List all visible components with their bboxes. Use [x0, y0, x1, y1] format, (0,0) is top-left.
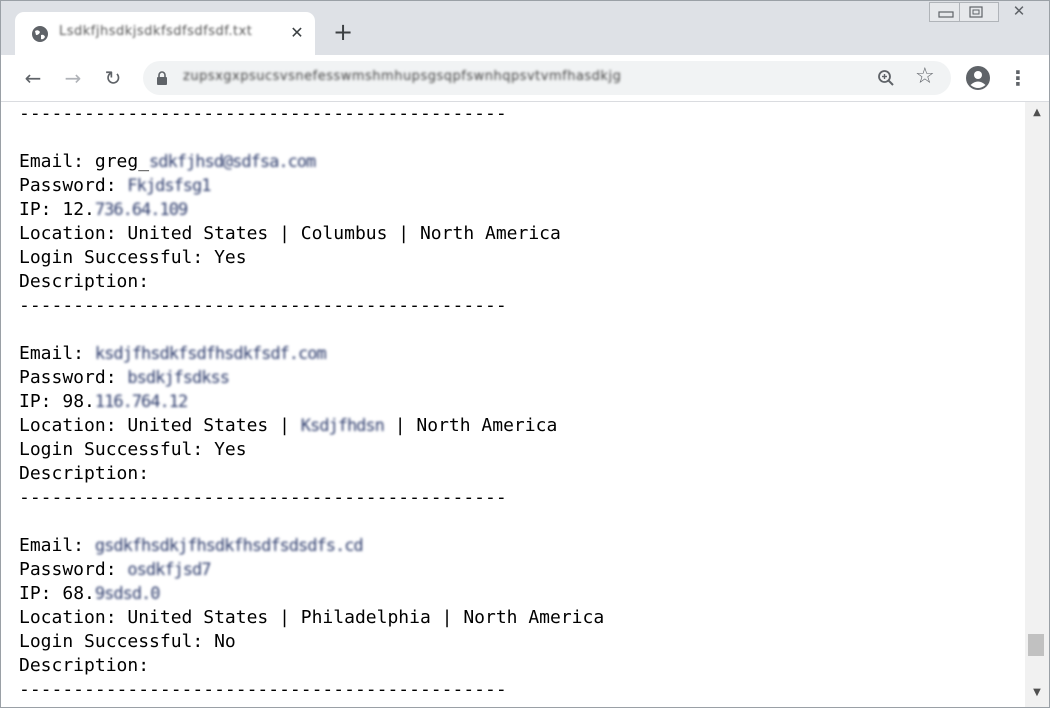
zoom-icon[interactable]	[877, 69, 895, 87]
separator: ----------------------------------------…	[19, 103, 507, 124]
scroll-up-arrow-icon[interactable]: ▲	[1031, 107, 1043, 119]
login-status-line: Login Successful: Yes	[19, 439, 247, 460]
reload-button[interactable]: ↻	[101, 66, 125, 90]
ip-label: IP:	[19, 391, 63, 412]
description-line: Description:	[19, 655, 150, 676]
redacted-text: sdkfjhsd@sdfsa.com	[149, 152, 316, 172]
email-line: Email: ksdjfhsdkfsdfhsdkfsdf.com	[19, 342, 327, 366]
vertical-scrollbar[interactable]: ▲ ▼	[1025, 102, 1049, 707]
redacted-text: 116.764.12	[94, 392, 188, 412]
password-line: Password: osdkfjsd7	[19, 558, 212, 582]
ip-label: IP:	[19, 199, 63, 220]
close-tab-icon[interactable]: ✕	[287, 23, 307, 43]
ip-value: 98.	[62, 391, 95, 412]
scrollbar-thumb[interactable]	[1028, 634, 1044, 656]
password-label: Password:	[19, 559, 128, 580]
email-label: Email:	[19, 343, 95, 364]
close-window-icon: ✕	[1012, 2, 1026, 20]
browser-toolbar: ← → ↻ zupsxgxpsucsvsnefesswmshmhupsgsqpf…	[1, 55, 1049, 102]
redacted-text: 736.64.109	[94, 200, 188, 220]
redacted-text: 9sdsd.0	[94, 584, 161, 604]
new-tab-button[interactable]: +	[331, 20, 355, 44]
lock-icon	[157, 71, 167, 85]
description-line: Description:	[19, 463, 150, 484]
separator: ----------------------------------------…	[19, 295, 507, 316]
password-label: Password:	[19, 367, 128, 388]
redacted-text: bsdkjfsdkss	[127, 368, 230, 388]
separator: ----------------------------------------…	[19, 679, 507, 700]
email-label: Email:	[19, 151, 95, 172]
browser-window: Lsdkfjhsdkjsdkfsdfsdfsdf.txt ✕ + ✕ ← → ↻…	[0, 0, 1050, 708]
separator: ----------------------------------------…	[19, 487, 507, 508]
menu-button[interactable]: ⋮	[1006, 66, 1030, 90]
ip-line: IP: 12.736.64.109	[19, 198, 188, 222]
password-line: Password: bsdkjfsdkss	[19, 366, 230, 390]
restore-icon	[969, 6, 983, 18]
ip-value: 68.	[62, 583, 95, 604]
forward-button[interactable]: →	[61, 66, 85, 90]
email-label: Email:	[19, 535, 95, 556]
page-content: ----------------------------------------…	[1, 102, 1025, 707]
login-status-line: Login Successful: Yes	[19, 247, 247, 268]
email-value: greg_	[94, 151, 150, 172]
ip-line: IP: 68.9sdsd.0	[19, 582, 161, 606]
location-suffix: | North America	[383, 415, 558, 436]
active-tab[interactable]: Lsdkfjhsdkjsdkfsdfsdfsdf.txt ✕	[15, 12, 315, 55]
scroll-down-arrow-icon[interactable]: ▼	[1031, 687, 1043, 699]
tab-strip: Lsdkfjhsdkjsdkfsdfsdfsdf.txt ✕ + ✕	[1, 1, 1049, 55]
login-status-line: Login Successful: No	[19, 631, 236, 652]
address-bar[interactable]: zupsxgxpsucsvsnefesswmshmhupsgsqpfswnhqp…	[143, 61, 951, 95]
password-label: Password:	[19, 175, 128, 196]
location-line: Location: United States | Columbus | Nor…	[19, 223, 561, 244]
back-button[interactable]: ←	[21, 66, 45, 90]
redacted-text: Ksdjfhdsn	[300, 416, 385, 436]
description-line: Description:	[19, 271, 150, 292]
profile-icon[interactable]	[966, 66, 990, 90]
ip-label: IP:	[19, 583, 63, 604]
close-window-button[interactable]: ✕	[997, 2, 1041, 22]
email-line: Email: gsdkfhsdkjfhsdkfhsdfsdsdfs.cd	[19, 534, 364, 558]
bookmark-star-icon[interactable]: ☆	[915, 64, 935, 90]
ip-value: 12.	[62, 199, 95, 220]
restore-button[interactable]	[959, 2, 999, 22]
ip-line: IP: 98.116.764.12	[19, 390, 188, 414]
redacted-text: osdkfjsd7	[127, 560, 211, 580]
tab-title: Lsdkfjhsdkjsdkfsdfsdfsdf.txt	[59, 24, 253, 39]
redacted-text: ksdjfhsdkfsdfhsdkfsdf.com	[94, 344, 327, 364]
redacted-text: gsdkfhsdkjfhsdkfhsdfsdsdfs.cd	[94, 536, 364, 556]
password-line: Password: Fkjdsfsg1	[19, 174, 212, 198]
globe-icon	[32, 26, 48, 42]
redacted-text: Fkjdsfsg1	[127, 176, 211, 196]
location-prefix: Location: United States |	[19, 415, 301, 436]
location-line: Location: United States | Ksdjfhdsn | No…	[19, 414, 557, 438]
url-text: zupsxgxpsucsvsnefesswmshmhupsgsqpfswnhqp…	[183, 69, 622, 84]
email-line: Email: greg_sdkfjhsd@sdfsa.com	[19, 150, 316, 174]
location-line: Location: United States | Philadelphia |…	[19, 607, 605, 628]
